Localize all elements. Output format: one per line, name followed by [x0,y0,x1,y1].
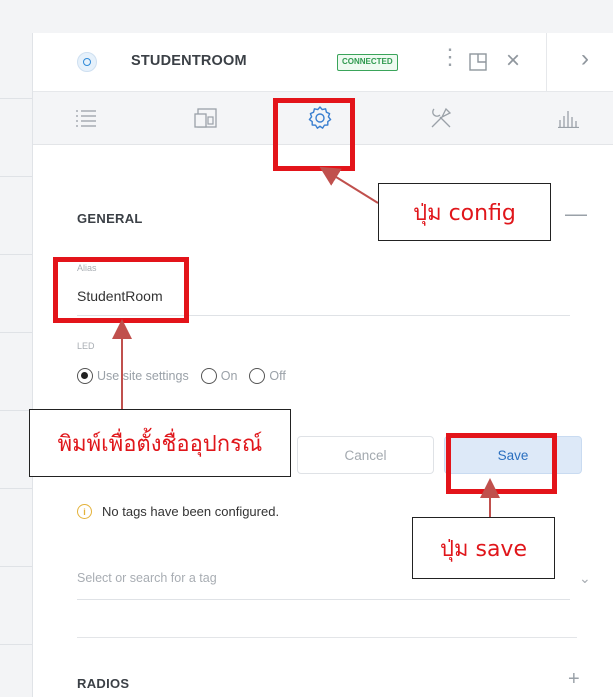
access-point-icon [77,52,97,72]
tag-search-input[interactable]: Select or search for a tag [77,571,217,585]
more-vertical-icon[interactable]: ⋮ [439,46,461,68]
chevron-right-icon[interactable]: › [581,47,589,71]
status-badge: CONNECTED [337,54,398,71]
save-highlight [446,433,557,494]
alias-highlight [53,257,189,323]
tags-empty-message: No tags have been configured. [102,504,280,519]
header-divider [546,33,547,91]
collapse-general-icon[interactable]: — [565,203,587,225]
info-icon: i [77,504,92,519]
popout-icon[interactable] [468,52,488,77]
led-radio-on[interactable] [200,368,217,384]
list-icon [76,110,96,127]
panel-header: STUDENTROOM CONNECTED ⋮ × › [33,33,613,92]
led-option-on-label: On [220,369,238,383]
chevron-down-icon[interactable]: ⌄ [579,570,591,587]
section-divider [77,637,577,638]
expand-radios-icon[interactable]: + [568,669,580,689]
annotation-save: ปุ่ม save [412,517,555,579]
led-option-site-label: Use site settings [97,369,189,383]
tag-underline [77,599,570,600]
device-name: STUDENTROOM [131,53,247,69]
tab-insights[interactable] [539,92,599,144]
led-radio-group: Use site settings On Off [77,368,298,384]
tags-info: i No tags have been configured. [77,504,279,519]
background-page [0,0,32,697]
section-radios-title: RADIOS [77,676,130,691]
background-top [32,0,613,33]
close-icon[interactable]: × [506,49,520,73]
led-option-off-label: Off [269,369,286,383]
config-highlight [273,98,355,171]
tab-tools[interactable] [411,92,471,144]
annotation-config: ปุ่ม config [378,183,551,241]
led-radio-off[interactable] [249,368,266,384]
annotation-rename: พิมพ์เพื่อตั้งชื่ออุปกรณ์ [29,409,291,477]
device-icon [194,108,217,128]
led-label: LED [77,341,95,351]
cancel-button[interactable]: Cancel [297,436,434,474]
tab-statistics[interactable] [176,92,236,144]
section-general-title: GENERAL [77,211,143,226]
bar-chart-icon [558,111,579,128]
tools-icon [431,107,452,128]
tab-details[interactable] [56,92,116,144]
led-radio-site[interactable] [77,368,93,384]
